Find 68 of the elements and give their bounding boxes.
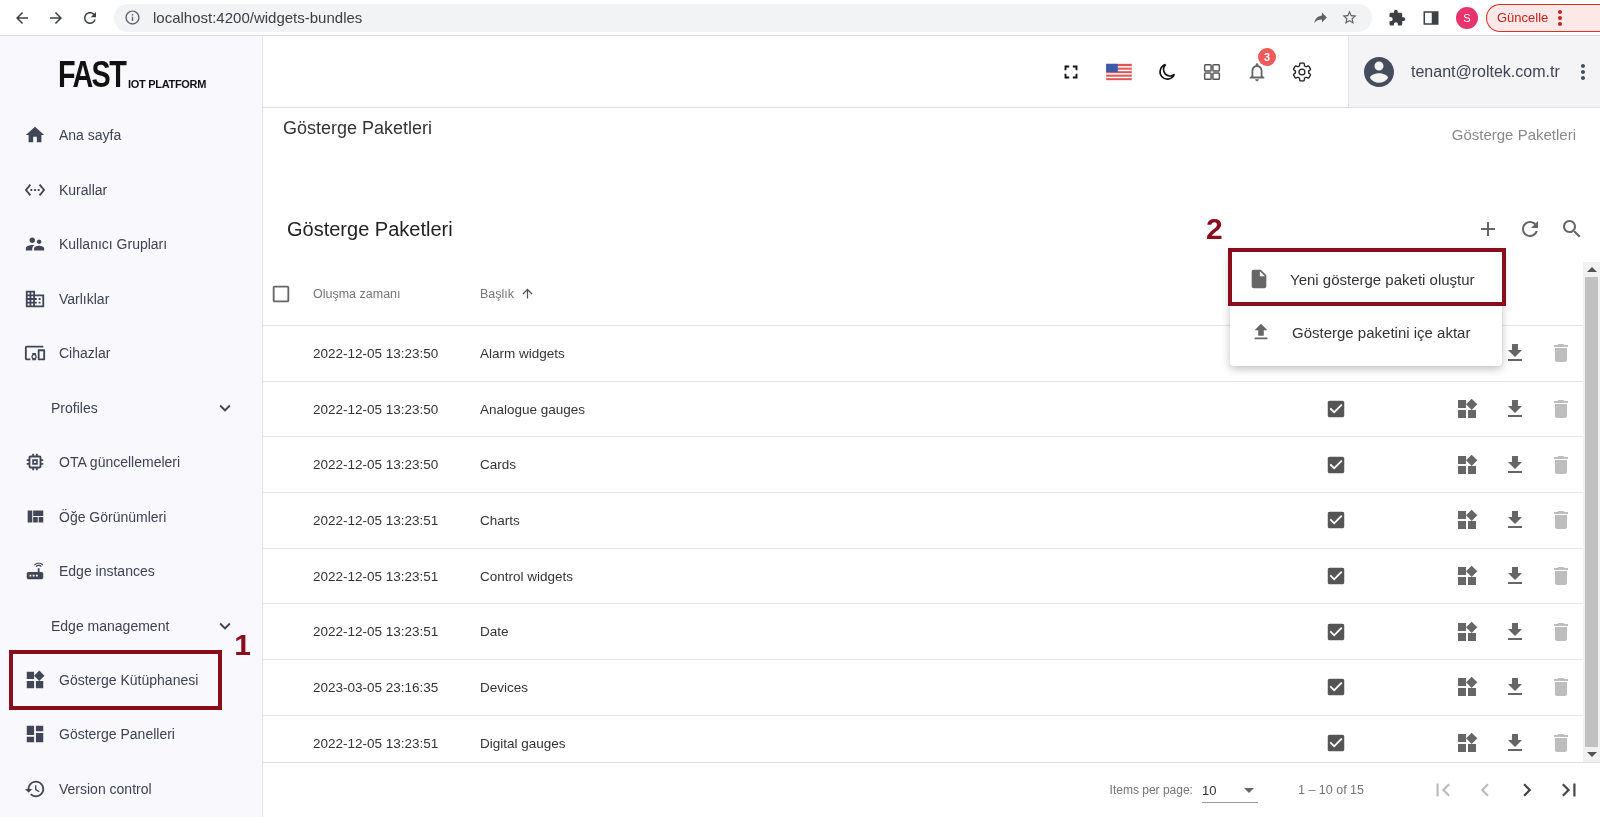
info-icon — [124, 9, 141, 26]
table-cell-text: 2022-12-05 13:23:50 — [313, 401, 440, 417]
table-cell-text: 2022-12-05 13:23:51 — [313, 568, 440, 584]
dropdown-arrow-icon — [1243, 788, 1254, 793]
table-row[interactable]: 2023-03-05 23:16:35 Devices — [263, 660, 1583, 716]
sidebar-item[interactable]: Öğe Görünümleri — [0, 489, 262, 544]
widgets-icon[interactable] — [1455, 619, 1479, 644]
address-bar[interactable]: localhost:4200/widgets-bundles — [114, 3, 1372, 32]
update-button[interactable]: Güncelle — [1486, 3, 1600, 32]
table-cell-text: Analogue gauges — [480, 401, 587, 417]
table-cell-text: 2022-12-05 13:23:51 — [313, 735, 440, 751]
more-icon — [1558, 9, 1563, 26]
logo: FASTIOT PLATFORM — [57, 53, 208, 97]
url-text: localhost:4200/widgets-bundles — [153, 9, 363, 26]
scroll-down-arrow-icon[interactable] — [1586, 752, 1597, 757]
table-cell-text: 2022-12-05 13:23:50 — [313, 345, 440, 361]
table-row[interactable]: 2022-12-05 13:23:51 Charts — [263, 493, 1583, 549]
settings-icon[interactable] — [1291, 60, 1313, 83]
items-per-page-label: Items per page: — [1109, 783, 1193, 797]
table-cell-text: Cards — [480, 457, 517, 473]
column-header[interactable]: Oluşma zamanı — [313, 286, 480, 301]
sidebar-section[interactable]: Profiles — [0, 380, 236, 435]
profile-avatar[interactable]: S — [1456, 6, 1478, 29]
sidebar-item[interactable]: Edge instances — [0, 544, 262, 599]
table-cell-text: Charts — [480, 512, 521, 528]
table-row[interactable]: 2022-12-05 13:23:51 Control widgets — [263, 548, 1583, 605]
user-panel[interactable]: tenant@roltek.com.tr — [1348, 36, 1600, 107]
sidebar-item[interactable]: Cihazlar — [0, 326, 262, 381]
side-panel-icon[interactable] — [1422, 8, 1440, 27]
page-range: 1 – 10 of 15 — [1297, 783, 1364, 797]
table-cell-text: Digital gauges — [480, 735, 567, 751]
table-cell-text: Alarm widgets — [480, 345, 566, 361]
card-title: Gösterge Paketleri — [287, 217, 453, 241]
more-icon[interactable] — [1581, 63, 1585, 80]
table-cell-text: 2022-12-05 13:23:50 — [313, 457, 440, 473]
sidebar-item[interactable]: OTA güncellemeleri — [0, 435, 262, 490]
sidebar-section[interactable]: Edge management — [0, 598, 236, 653]
star-icon[interactable] — [1341, 9, 1358, 26]
scroll-up-arrow-icon[interactable] — [1586, 267, 1597, 272]
page-title: Gösterge Paketleri — [283, 118, 433, 140]
sidebar-item[interactable]: Kullanıcı Grupları — [0, 217, 262, 272]
column-header[interactable]: Başlık — [480, 286, 1295, 301]
sidebar-item[interactable]: Kurallar — [0, 162, 262, 217]
user-email: tenant@roltek.com.tr — [1411, 62, 1561, 81]
scrollbar[interactable] — [1583, 262, 1600, 762]
notification-badge: 3 — [1258, 47, 1276, 66]
table-cell-text: Control widgets — [480, 568, 575, 584]
sidebar-item[interactable]: Varlıklar — [0, 271, 262, 326]
table-cell-text: 2022-12-05 13:23:51 — [313, 624, 440, 640]
table-row[interactable]: 2022-12-05 13:23:50 Analogue gauges — [263, 381, 1583, 438]
breadcrumb[interactable]: Gösterge Paketleri — [1451, 126, 1576, 168]
table-row[interactable]: 2022-12-05 13:23:50 Cards — [263, 437, 1583, 494]
table-cell-text: Devices — [480, 679, 529, 695]
puzzle-icon[interactable] — [1388, 8, 1406, 27]
table-cell-text: 2023-03-05 23:16:35 — [313, 679, 440, 695]
sidebar-item[interactable]: Ana sayfa — [0, 108, 262, 163]
table-cell-text: 2022-12-05 13:23:51 — [313, 512, 440, 528]
widgets-icon — [24, 669, 46, 691]
table-row[interactable]: 2022-12-05 13:23:51 Date — [263, 604, 1583, 661]
table-cell-text: Date — [480, 624, 510, 640]
sidebar-item[interactable]: Version control — [0, 761, 262, 816]
annotation-number: 1 — [234, 630, 251, 660]
widgets-icon[interactable] — [1455, 452, 1479, 477]
sidebar-item[interactable]: Gösterge Panelleri — [0, 707, 262, 762]
annotation-number: 2 — [1206, 214, 1223, 244]
table-row[interactable]: 2022-12-05 13:23:51 Digital gauges — [263, 715, 1583, 762]
scrollbar-thumb[interactable] — [1585, 277, 1598, 747]
page-size-select[interactable]: 10 — [1201, 777, 1258, 803]
